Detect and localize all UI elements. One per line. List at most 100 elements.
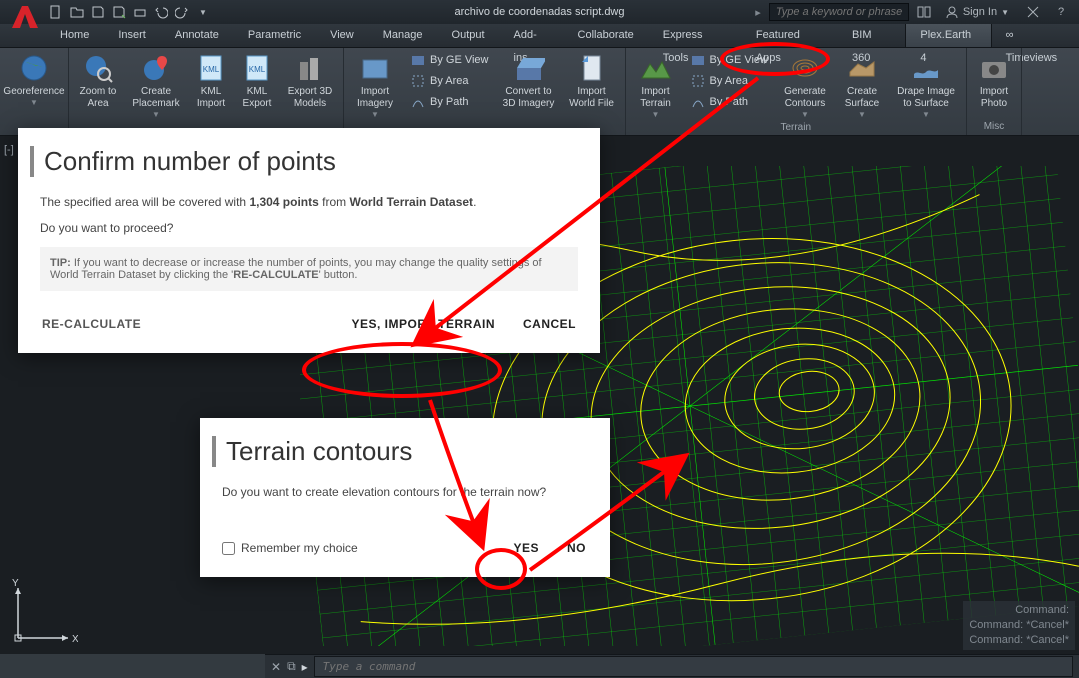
- ribbon-tabstrip: Home Insert Annotate Parametric View Man…: [0, 24, 1079, 48]
- qat-dropdown-icon[interactable]: ▼: [193, 3, 213, 21]
- terrain-contours-dialog: Terrain contours Do you want to create e…: [200, 418, 610, 577]
- contours-icon: [789, 52, 821, 84]
- save-icon[interactable]: [88, 3, 108, 21]
- undo-icon[interactable]: [151, 3, 171, 21]
- remember-checkbox-input[interactable]: [222, 542, 235, 555]
- convert3d-icon: [513, 52, 545, 84]
- kml-export-icon: KML: [241, 52, 273, 84]
- terrain-ge-view-button[interactable]: By GE View: [684, 50, 775, 70]
- ribbon: Georeference▼ Zoom to Area Create Placem…: [0, 48, 1079, 136]
- imagery-area-button[interactable]: By Area: [404, 71, 495, 91]
- plot-icon[interactable]: [130, 3, 150, 21]
- create-placemark-button[interactable]: Create Placemark▼: [125, 50, 187, 133]
- zoom-area-button[interactable]: Zoom to Area: [73, 50, 123, 133]
- imagery-ge-view-button[interactable]: By GE View: [404, 50, 495, 70]
- new-icon[interactable]: [46, 3, 66, 21]
- svg-text:X: X: [72, 634, 78, 645]
- login-icon[interactable]: [917, 5, 931, 19]
- convert-3d-button[interactable]: Convert to 3D Imagery: [497, 50, 561, 133]
- tab-home[interactable]: Home: [46, 24, 104, 47]
- create-surface-button[interactable]: Create Surface▼: [836, 50, 888, 121]
- svg-text:KML: KML: [249, 65, 266, 74]
- tab-timeviews[interactable]: ∞ Timeviews: [992, 24, 1079, 47]
- area-icon: [690, 73, 706, 89]
- redo-icon[interactable]: [172, 3, 192, 21]
- kml-import-icon: KML: [195, 52, 227, 84]
- svg-text:Y: Y: [12, 578, 19, 589]
- quick-access-toolbar: ▼: [46, 3, 213, 21]
- cmd-prompt-icon: ▸: [302, 660, 308, 674]
- path-icon: [410, 94, 426, 110]
- terrain-area-button[interactable]: By Area: [684, 71, 775, 91]
- earth-pin-icon: [140, 52, 172, 84]
- generate-contours-button[interactable]: Generate Contours▼: [776, 50, 834, 121]
- tab-featured[interactable]: Featured Apps: [742, 24, 838, 47]
- buildings-icon: [294, 52, 326, 84]
- tab-collaborate[interactable]: Collaborate: [564, 24, 649, 47]
- open-icon[interactable]: [67, 3, 87, 21]
- dialog2-title: Terrain contours: [212, 436, 588, 467]
- titlebar-arrow-icon: ▸: [755, 6, 761, 19]
- imagery-icon: [359, 52, 391, 84]
- saveas-icon[interactable]: [109, 3, 129, 21]
- import-imagery-button[interactable]: Import Imagery▼: [348, 50, 402, 133]
- exchange-icon[interactable]: [1023, 3, 1043, 21]
- drape-icon: [910, 52, 942, 84]
- ge-view-icon: [690, 52, 706, 68]
- terrain-path-button[interactable]: By Path: [684, 92, 775, 112]
- globe-icon: [18, 52, 50, 84]
- contours-no-button[interactable]: NO: [565, 537, 588, 559]
- app-logo[interactable]: [8, 2, 40, 34]
- terrain-icon: [640, 52, 672, 84]
- tab-bim360[interactable]: BIM 360: [838, 24, 905, 47]
- confirm-points-dialog: Confirm number of points The specified a…: [18, 128, 600, 353]
- cancel-button[interactable]: CANCEL: [521, 313, 578, 335]
- help-search-input[interactable]: [769, 3, 909, 21]
- command-bar: ✕ ⧉ ▸: [265, 654, 1079, 678]
- tab-manage[interactable]: Manage: [369, 24, 438, 47]
- document-title: archivo de coordenadas script.dwg: [455, 6, 625, 18]
- signin-label: Sign In: [963, 6, 997, 18]
- surface-icon: [846, 52, 878, 84]
- import-photo-button[interactable]: Import Photo: [971, 50, 1017, 120]
- cmd-close-icon[interactable]: ✕: [271, 660, 281, 674]
- tab-express[interactable]: Express Tools: [649, 24, 742, 47]
- signin-button[interactable]: Sign In ▼: [939, 3, 1015, 21]
- viewport-controls[interactable]: [-]: [4, 144, 14, 156]
- ucs-icon: X Y: [8, 578, 78, 648]
- imagery-path-button[interactable]: By Path: [404, 92, 495, 112]
- camera-icon: [978, 52, 1010, 84]
- titlebar: ▼ archivo de coordenadas script.dwg ▸ Si…: [0, 0, 1079, 24]
- help-icon[interactable]: ?: [1051, 3, 1071, 21]
- recalculate-button[interactable]: RE-CALCULATE: [40, 313, 143, 335]
- export-3d-button[interactable]: Export 3D Models: [281, 50, 339, 133]
- tab-addins[interactable]: Add-ins: [500, 24, 564, 47]
- ge-view-icon: [410, 52, 426, 68]
- earth-zoom-icon: [82, 52, 114, 84]
- tab-view[interactable]: View: [316, 24, 369, 47]
- drape-image-button[interactable]: Drape Image to Surface▼: [890, 50, 962, 121]
- dialog-proceed: Do you want to proceed?: [40, 221, 578, 235]
- import-world-button[interactable]: Import World File: [563, 50, 621, 133]
- area-icon: [410, 73, 426, 89]
- tab-parametric[interactable]: Parametric: [234, 24, 316, 47]
- kml-import-button[interactable]: KMLKML Import: [189, 50, 233, 133]
- yes-import-button[interactable]: YES, IMPORT TERRAIN: [349, 313, 497, 335]
- tab-insert[interactable]: Insert: [104, 24, 161, 47]
- svg-text:KML: KML: [203, 65, 220, 74]
- command-input[interactable]: [314, 656, 1073, 677]
- cmd-expand-icon[interactable]: ⧉: [287, 659, 296, 674]
- import-terrain-button[interactable]: Import Terrain▼: [630, 50, 682, 121]
- kml-export-button[interactable]: KMLKML Export: [235, 50, 279, 133]
- titlebar-right: ▸ Sign In ▼ ?: [755, 3, 1071, 21]
- world-file-icon: [576, 52, 608, 84]
- georeference-button[interactable]: Georeference▼: [4, 50, 64, 133]
- tab-output[interactable]: Output: [438, 24, 500, 47]
- tab-plexearth[interactable]: Plex.Earth 4: [905, 24, 991, 47]
- tab-annotate[interactable]: Annotate: [161, 24, 234, 47]
- panel-label-misc: Misc: [971, 120, 1017, 133]
- dialog2-body: Do you want to create elevation contours…: [222, 485, 588, 499]
- contours-yes-button[interactable]: YES: [511, 537, 541, 559]
- remember-choice-checkbox[interactable]: Remember my choice: [222, 541, 358, 555]
- path-icon: [690, 94, 706, 110]
